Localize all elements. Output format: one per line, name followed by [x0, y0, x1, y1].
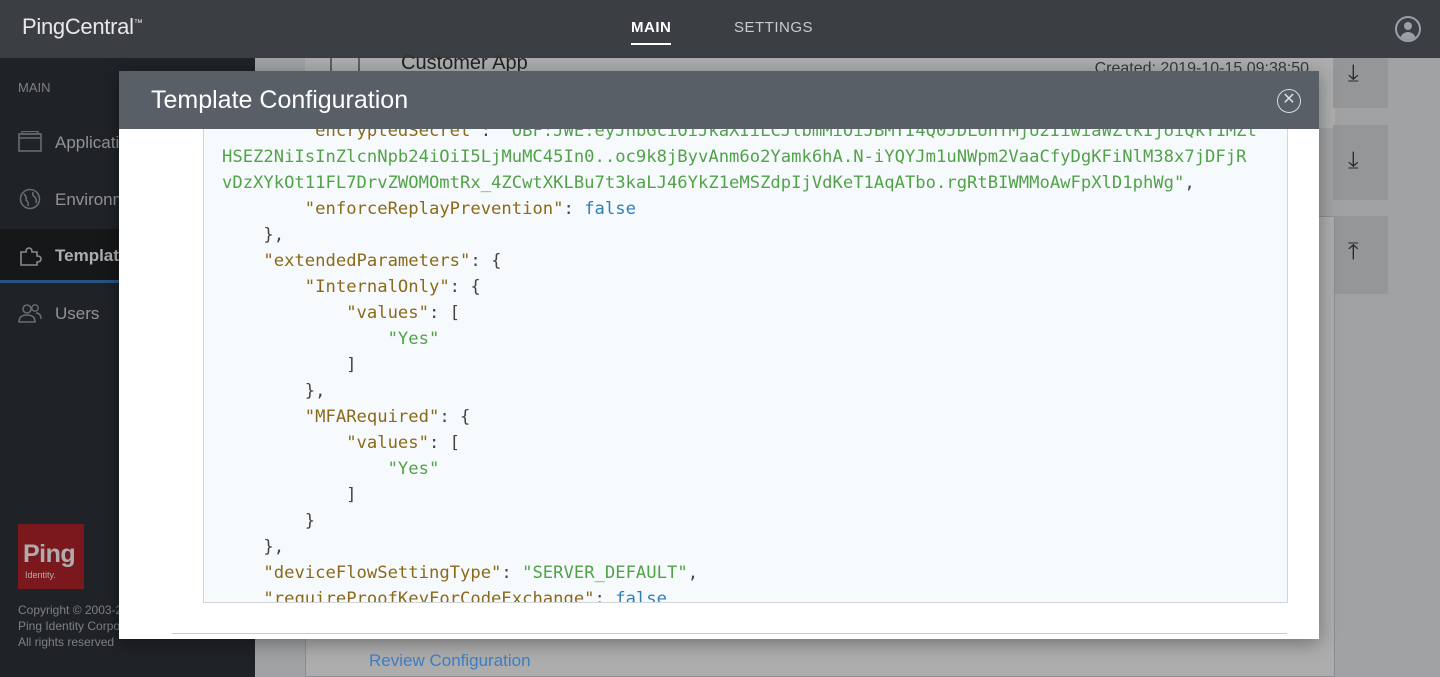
close-icon[interactable]: ✕	[1277, 89, 1301, 113]
code-line: ]	[222, 355, 357, 375]
code-token: :	[594, 589, 616, 603]
code-token: },	[222, 537, 285, 557]
tab-settings[interactable]: SETTINGS	[734, 19, 813, 36]
code-token: : [	[428, 303, 461, 323]
code-token: :	[480, 129, 502, 141]
divider	[172, 633, 1287, 634]
review-configuration-link[interactable]: Review Configuration	[369, 651, 531, 671]
code-token: false	[615, 589, 667, 603]
code-token: "OBF:JWE:eyJhbGciOiJkaXIiLCJlbmMiOiJBMTI…	[501, 129, 1257, 141]
code-token: "encryptedSecret"	[304, 129, 481, 141]
code-token: :	[501, 563, 523, 583]
top-navigation-bar: PingCentral™ MAIN SETTINGS	[0, 0, 1440, 58]
tab-main[interactable]: MAIN	[631, 19, 672, 45]
code-token: ,	[687, 563, 699, 583]
code-token: "values"	[346, 303, 429, 323]
code-token: ]	[222, 485, 357, 505]
code-line: },	[222, 225, 284, 245]
code-line: "values": [	[222, 303, 460, 323]
code-line: }	[222, 511, 315, 531]
code-token: :	[563, 199, 585, 219]
code-line: },	[222, 537, 284, 557]
user-avatar-icon[interactable]	[1395, 16, 1421, 42]
modal-title: Template Configuration	[151, 86, 409, 114]
code-line: "extendedParameters": {	[222, 251, 501, 271]
code-token: false	[584, 199, 636, 219]
code-line: "values": [	[222, 433, 460, 453]
code-line: "Yes"	[222, 459, 440, 479]
code-line: "enforceReplayPrevention": false	[222, 199, 636, 219]
code-token: "enforceReplayPrevention"	[304, 199, 564, 219]
modal-header: Template Configuration ✕	[119, 71, 1319, 129]
json-code-viewer[interactable]: "encryptedSecret": "OBF:JWE:eyJhbGciOiJk…	[203, 129, 1288, 603]
code-token: "MFARequired"	[304, 407, 440, 427]
code-token: : [	[428, 433, 461, 453]
code-line: },	[222, 381, 326, 401]
code-token: : {	[449, 277, 481, 297]
brand-logo[interactable]: PingCentral™	[22, 14, 143, 40]
code-line: "encryptedSecret": "OBF:JWE:eyJhbGciOiJk…	[222, 129, 1257, 141]
code-line: "MFARequired": {	[222, 407, 471, 427]
code-token: ,	[1184, 173, 1195, 193]
code-token: HSEZ2NiIsInZlcnNpb24iOiI5LjMuMC45In0..oc…	[222, 147, 1247, 167]
code-line: vDzXYkOt11FL7DrvZWOMOmtRx_4ZCwtXKLBu7t3k…	[222, 173, 1195, 193]
code-token: "InternalOnly"	[304, 277, 450, 297]
code-line: ]	[222, 485, 357, 505]
code-token: : {	[439, 407, 471, 427]
code-token: "values"	[346, 433, 429, 453]
code-token: },	[222, 381, 326, 401]
code-line: "InternalOnly": {	[222, 277, 481, 297]
code-token: "Yes"	[387, 459, 440, 479]
code-token: vDzXYkOt11FL7DrvZWOMOmtRx_4ZCwtXKLBu7t3k…	[222, 173, 1185, 193]
code-token: "Yes"	[387, 329, 440, 349]
code-line: HSEZ2NiIsInZlcnNpb24iOiI5LjMuMC45In0..oc…	[222, 147, 1246, 167]
code-token: "deviceFlowSettingType"	[263, 563, 502, 583]
code-line: "deviceFlowSettingType": "SERVER_DEFAULT…	[222, 563, 698, 583]
code-token: }	[222, 511, 316, 531]
code-token: "requireProofKeyForCodeExchange"	[263, 589, 595, 603]
template-configuration-modal: Template Configuration ✕ "encryptedSecre…	[119, 71, 1319, 639]
code-token: "SERVER_DEFAULT"	[522, 563, 688, 583]
code-line: "Yes"	[222, 329, 440, 349]
code-token: },	[222, 225, 285, 245]
code-token: ]	[222, 355, 357, 375]
code-token: "extendedParameters"	[263, 251, 471, 271]
code-line: "requireProofKeyForCodeExchange": false	[222, 589, 667, 603]
code-token: : {	[470, 251, 502, 271]
